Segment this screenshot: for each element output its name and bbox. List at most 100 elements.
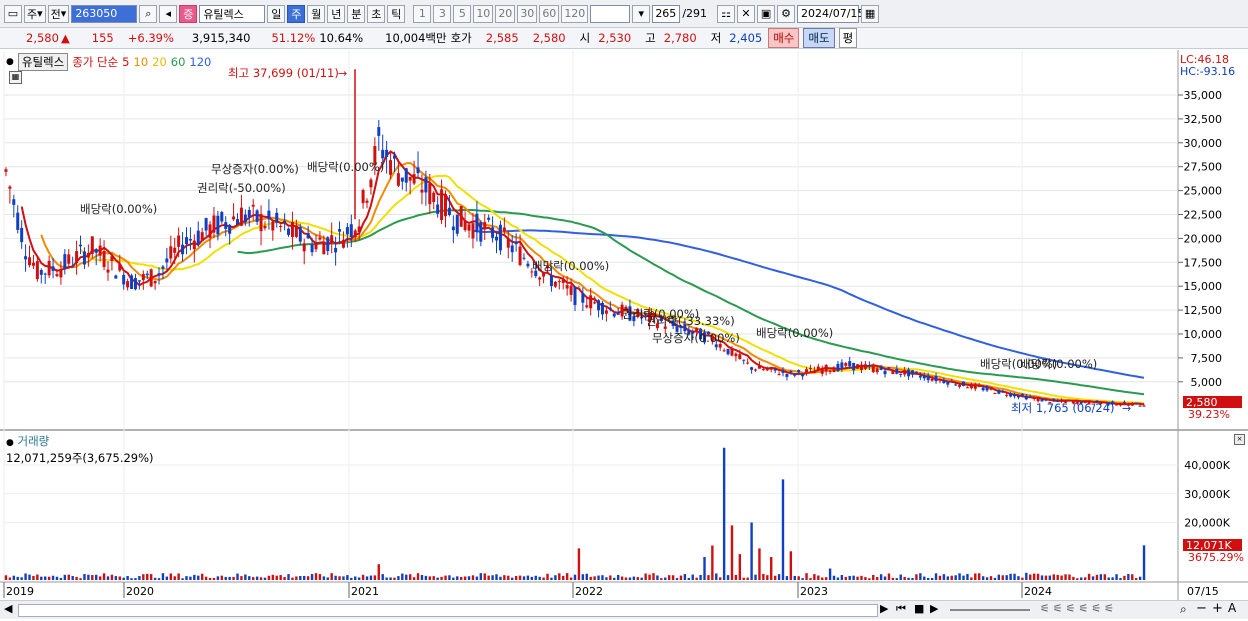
interval-1[interactable]: 1 <box>413 4 432 23</box>
settings-dot-icon[interactable]: ● <box>6 438 14 448</box>
volume-bar <box>428 576 431 580</box>
candle-body <box>208 224 212 238</box>
price-tick-label: 15,000 <box>1184 280 1223 293</box>
compare-icon[interactable]: ⚏ <box>717 4 736 23</box>
font-size-icon[interactable]: A <box>1228 601 1236 615</box>
volume-bar <box>970 577 973 580</box>
table-icon[interactable]: ▦ <box>9 71 22 84</box>
mode-select[interactable]: 전 ▾ <box>47 4 70 23</box>
date-field[interactable]: 2024/07/15 <box>797 4 864 23</box>
legend-ma120[interactable]: 120 <box>189 55 211 69</box>
custom-interval-field[interactable] <box>590 4 631 23</box>
volume-tick-label: 20,000K <box>1184 517 1230 530</box>
settings-dot-icon[interactable]: ● <box>6 57 14 67</box>
candle-body <box>271 221 275 231</box>
volume-bar <box>1013 573 1016 580</box>
volume-bar <box>919 573 922 580</box>
volume-title[interactable]: 거래량 <box>18 434 50 448</box>
scroll-left-icon[interactable]: ◀ <box>4 602 12 615</box>
zoom-out-icon[interactable]: − <box>1196 601 1207 616</box>
calendar-icon[interactable]: ▦ <box>861 4 880 23</box>
volume-bar <box>860 575 863 580</box>
code-input[interactable]: 263050 <box>71 4 138 23</box>
crosshair-icon[interactable]: ✕ <box>737 4 756 23</box>
event-label: 권리락(-33.33%) <box>646 314 735 328</box>
period-month[interactable]: 월 <box>307 4 326 23</box>
candle-body <box>887 367 891 369</box>
volume-bar <box>393 577 396 580</box>
sell-button[interactable]: 매도 <box>803 28 835 48</box>
high-arrow-icon: → <box>338 67 347 80</box>
candle-body <box>738 354 742 360</box>
gear-icon[interactable]: ⚙ <box>777 4 796 23</box>
count-field[interactable]: 265 <box>652 4 681 23</box>
scroll-right-icon[interactable]: ▶ <box>880 602 888 615</box>
candle-body <box>746 362 750 364</box>
zoom-slider[interactable] <box>950 609 1030 611</box>
scroll-track[interactable] <box>18 604 878 617</box>
candle-body <box>82 251 86 265</box>
rewind-icon[interactable]: ⏮ <box>896 602 906 616</box>
legend-ma60[interactable]: 60 <box>171 55 186 69</box>
volume-bar <box>463 576 467 580</box>
volume-bar <box>695 577 698 580</box>
volume-bar <box>946 576 950 580</box>
period-second[interactable]: 초 <box>367 4 386 23</box>
period-year[interactable]: 년 <box>327 4 346 23</box>
chart-scrollbar[interactable]: ◀ ▶ ⏮ ■ ▶ ⚟⚟⚟⚟⚟⚟ ⌕ − + A <box>0 600 1248 619</box>
interval-3[interactable]: 3 <box>433 4 452 23</box>
candle-body <box>94 249 98 253</box>
period-minute[interactable]: 분 <box>347 4 366 23</box>
close-icon[interactable]: × <box>1234 434 1245 445</box>
drawing-tools-icon[interactable]: ⚟⚟⚟⚟⚟⚟ <box>1040 602 1117 615</box>
buy-button[interactable]: 매수 <box>768 28 800 48</box>
candle-body <box>294 225 298 237</box>
stock-name-field[interactable]: 유틸렉스 <box>199 4 266 23</box>
volume-bar <box>40 576 43 580</box>
interval-20[interactable]: 20 <box>495 4 516 23</box>
window-icon[interactable]: ▭ <box>4 4 22 23</box>
year-label: 2024 <box>1024 585 1052 598</box>
year-label: 2021 <box>351 585 379 598</box>
play-icon[interactable]: ▶ <box>930 602 938 615</box>
volume-bar <box>616 574 620 580</box>
volume-bar <box>1127 574 1130 580</box>
volume-bar <box>153 577 157 580</box>
legend-ma5[interactable]: 5 <box>122 55 129 69</box>
hc-value: HC:-93.16 <box>1180 65 1236 78</box>
save-icon[interactable]: ▣ <box>757 4 776 23</box>
interval-5[interactable]: 5 <box>453 4 472 23</box>
volume-bar <box>926 578 930 580</box>
chevron-down-icon[interactable]: ▾ <box>632 4 651 23</box>
market-select[interactable]: 주 ▾ <box>24 4 46 23</box>
legend-ma-label[interactable]: 종가 단순 <box>72 54 118 70</box>
legend-ma20[interactable]: 20 <box>152 55 167 69</box>
candle-body <box>353 230 357 238</box>
legend-stock-name[interactable]: 유틸렉스 <box>17 53 69 71</box>
zoom-in-icon[interactable]: + <box>1212 601 1223 616</box>
search-icon[interactable]: ⌕ <box>139 4 158 23</box>
interval-10[interactable]: 10 <box>473 4 494 23</box>
eval-button[interactable]: 평 <box>838 28 858 48</box>
legend-ma10[interactable]: 10 <box>134 55 149 69</box>
volume-bar <box>432 576 435 580</box>
period-tick[interactable]: 틱 <box>387 4 406 23</box>
candle-body <box>106 269 110 273</box>
price-tick-label: 20,000 <box>1184 232 1223 245</box>
interval-120[interactable]: 120 <box>561 4 589 23</box>
speaker-icon[interactable]: ◂ <box>159 4 178 23</box>
interval-30[interactable]: 30 <box>517 4 538 23</box>
volume-bar <box>1080 577 1083 580</box>
period-day[interactable]: 일 <box>267 4 286 23</box>
volume-bar <box>1017 576 1020 580</box>
period-week[interactable]: 주 <box>287 4 306 23</box>
volume-bar <box>483 573 486 580</box>
candle-body <box>243 214 247 223</box>
stop-icon[interactable]: ■ <box>914 602 924 615</box>
volume-bar <box>522 576 526 580</box>
price-chart[interactable]: 35,000 32,500 30,000 27,500 25,000 22,500 20,0… <box>0 50 1248 621</box>
interval-60[interactable]: 60 <box>539 4 560 23</box>
candle-body <box>416 167 420 174</box>
zoom-icon[interactable]: ⌕ <box>1180 602 1187 617</box>
candle-body <box>479 222 483 242</box>
